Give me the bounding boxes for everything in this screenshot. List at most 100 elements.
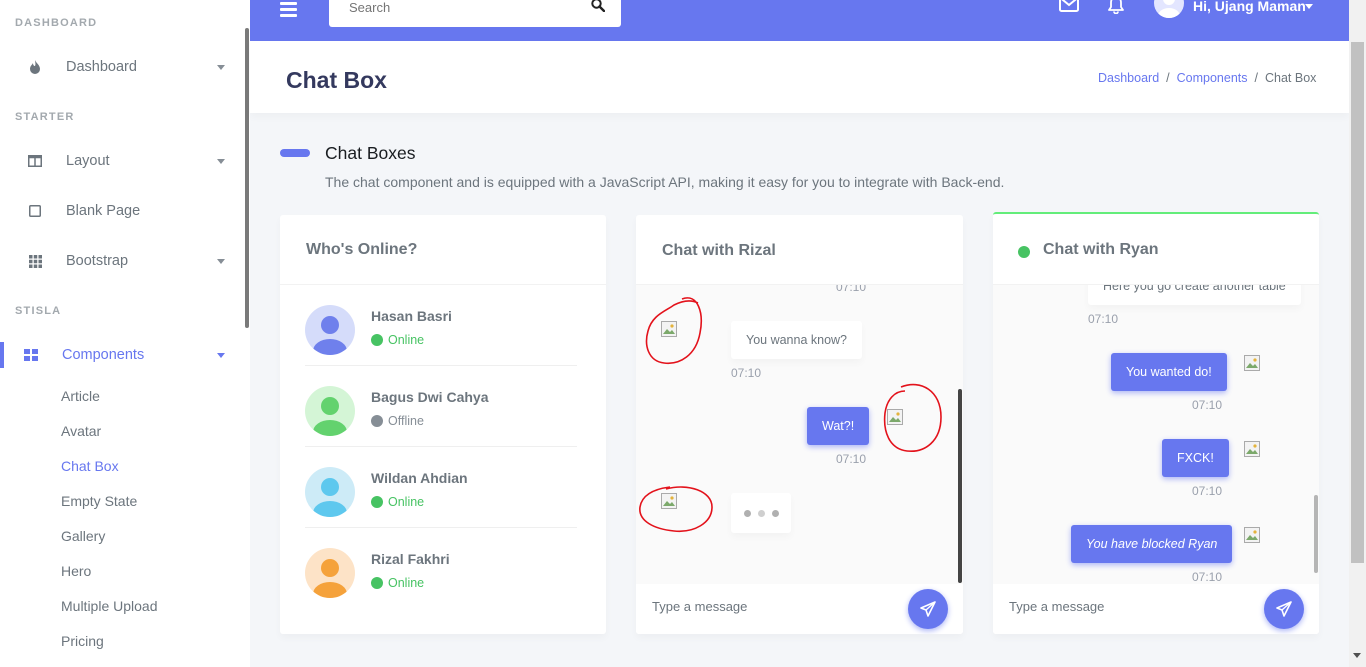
typing-indicator: [731, 493, 791, 533]
th-large-icon: [18, 349, 44, 361]
sidebar-scrollbar[interactable]: [245, 28, 249, 328]
sidebar-subitem-hero[interactable]: Hero: [61, 563, 91, 579]
user-name: Wildan Ahdian: [371, 470, 468, 486]
message-input[interactable]: [652, 599, 872, 614]
sidebar-item-label: Bootstrap: [66, 253, 129, 269]
section-title: Chat Boxes: [325, 143, 416, 163]
sidebar-subitem-multiple-upload[interactable]: Multiple Upload: [61, 598, 158, 614]
chat-message: Wat?!: [807, 407, 870, 445]
send-button[interactable]: [908, 589, 948, 629]
status-dot-icon: [371, 334, 383, 346]
columns-icon: [22, 155, 48, 167]
menu-header-starter: STARTER: [15, 111, 75, 123]
top-navbar: Hi, Ujang Maman: [250, 0, 1349, 41]
user-name: Bagus Dwi Cahya: [371, 389, 489, 405]
chat-scrollbar[interactable]: [958, 389, 962, 583]
sidebar-item-components[interactable]: Components: [0, 335, 245, 375]
breadcrumb: Dashboard / Components / Chat Box: [1098, 71, 1317, 85]
page-title: Chat Box: [286, 67, 387, 93]
menu-header-dashboard: DASHBOARD: [15, 17, 98, 29]
annotation-scribble: [883, 383, 942, 452]
broken-image-icon: [1244, 355, 1260, 371]
section-header: Chat Box Dashboard / Components / Chat Box: [250, 41, 1349, 113]
send-button[interactable]: [1264, 589, 1304, 629]
chat-message: You wanna know?: [731, 321, 863, 359]
annotation-scribble: [639, 486, 713, 532]
status-badge: Online: [371, 495, 424, 509]
online-dot-icon: [1018, 246, 1030, 258]
avatar[interactable]: [1154, 0, 1184, 18]
message-input[interactable]: [1009, 599, 1229, 614]
card-header: Chat with Ryan: [993, 214, 1319, 285]
breadcrumb-current: Chat Box: [1265, 71, 1317, 85]
section-lead: The chat component and is equipped with …: [325, 174, 1005, 190]
sidebar-subitem-chat-box[interactable]: Chat Box: [61, 458, 119, 474]
sidebar-item-label: Components: [62, 347, 145, 363]
status-text: Offline: [388, 414, 424, 428]
status-text: Online: [388, 495, 425, 509]
menu-header-stisla: STISLA: [15, 305, 62, 317]
breadcrumb-components[interactable]: Components: [1177, 71, 1248, 85]
list-item[interactable]: Hasan Basri Online: [305, 285, 577, 366]
chat-body[interactable]: 07:10 You wanna know? 07:10 Wat?! 07:10: [636, 285, 963, 585]
search-input[interactable]: [349, 0, 569, 16]
who-online-card: Who's Online? Hasan Basri Online Bagus D…: [280, 215, 606, 634]
status-dot-icon: [371, 415, 383, 427]
sidebar: DASHBOARD Dashboard STARTER Layout Blank…: [0, 0, 250, 667]
sidebar-item-label: Dashboard: [66, 59, 137, 75]
sidebar-subitem-pricing[interactable]: Pricing: [61, 633, 104, 649]
annotation-scribble: [645, 297, 702, 364]
avatar: [305, 467, 355, 517]
scroll-down-arrow-icon[interactable]: [1353, 653, 1361, 658]
status-badge: Offline: [371, 414, 424, 428]
status-badge: Online: [371, 333, 424, 347]
chevron-down-icon: [217, 258, 225, 264]
sidebar-subitem-gallery[interactable]: Gallery: [61, 528, 105, 544]
chevron-down-icon[interactable]: [1305, 4, 1313, 9]
search-icon[interactable]: [591, 0, 606, 15]
status-badge: Online: [371, 576, 424, 590]
chat-time: 07:10: [731, 366, 762, 380]
status-dot-icon: [371, 496, 383, 508]
card-title: Who's Online?: [306, 241, 418, 258]
list-item[interactable]: Rizal Fakhri Online: [305, 528, 577, 609]
sidebar-subitem-avatar[interactable]: Avatar: [61, 423, 101, 439]
breadcrumb-dashboard[interactable]: Dashboard: [1098, 71, 1159, 85]
bell-icon[interactable]: [1107, 0, 1125, 17]
chevron-down-icon: [217, 158, 225, 164]
sidebar-subitem-empty-state[interactable]: Empty State: [61, 493, 137, 509]
chat-time: 07:10: [1088, 312, 1119, 326]
sidebar-item-dashboard[interactable]: Dashboard: [0, 47, 245, 87]
chat-rizal-card: Chat with Rizal 07:10 You wanna know? 07…: [636, 215, 963, 634]
status-text: Online: [388, 333, 425, 347]
avatar: [305, 386, 355, 436]
square-icon: [22, 205, 48, 217]
chat-scrollbar[interactable]: [1314, 495, 1318, 573]
chat-time: 07:10: [836, 285, 867, 294]
list-item[interactable]: Bagus Dwi Cahya Offline: [305, 366, 577, 447]
user-greeting[interactable]: Hi, Ujang Maman: [1193, 0, 1306, 14]
page-scrollbar[interactable]: [1349, 0, 1366, 667]
chat-time: 07:10: [1192, 484, 1223, 498]
card-header: Chat with Rizal: [636, 215, 963, 285]
chat-message: You have blocked Ryan: [1071, 525, 1233, 563]
chat-message: You wanted do!: [1111, 353, 1227, 391]
user-name: Hasan Basri: [371, 308, 452, 324]
hamburger-icon[interactable]: [280, 2, 297, 20]
chat-body[interactable]: Here you go create another table 07:10 Y…: [993, 285, 1319, 585]
sidebar-item-layout[interactable]: Layout: [0, 141, 245, 181]
envelope-icon[interactable]: [1059, 0, 1079, 15]
chat-ryan-card: Chat with Ryan Here you go create anothe…: [993, 212, 1319, 634]
sidebar-subitem-article[interactable]: Article: [61, 388, 100, 404]
sidebar-item-label: Blank Page: [66, 203, 141, 219]
card-title: Chat with Ryan: [1043, 241, 1159, 258]
sidebar-item-bootstrap[interactable]: Bootstrap: [0, 241, 245, 281]
scrollbar-thumb[interactable]: [1351, 42, 1364, 563]
chat-time: 07:10: [1192, 570, 1223, 584]
list-item[interactable]: Wildan Ahdian Online: [305, 447, 577, 528]
chat-message: FXCK!: [1162, 439, 1229, 477]
search-box: [329, 0, 621, 27]
user-name: Rizal Fakhri: [371, 551, 450, 567]
sidebar-item-blank-page[interactable]: Blank Page: [0, 191, 245, 231]
avatar: [305, 305, 355, 355]
